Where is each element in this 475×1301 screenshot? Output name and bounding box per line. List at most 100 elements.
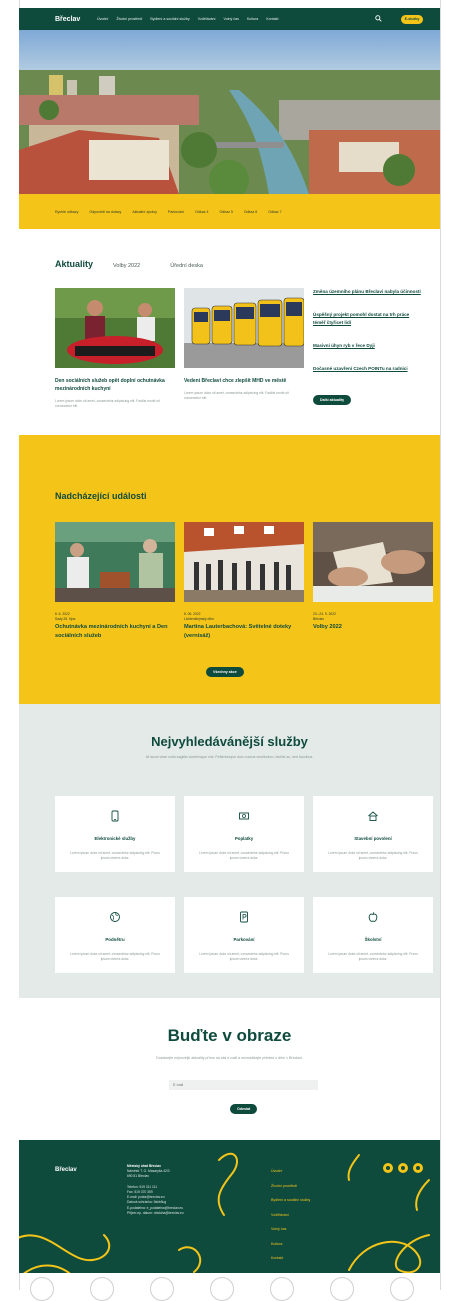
service-desc: Lorem ipsum dolor sit amet, consectetur …: [328, 952, 418, 961]
event-image: [55, 522, 175, 602]
event-card[interactable]: 6. 6. 2022 Sady 28. října Ochutnávka mez…: [55, 522, 175, 641]
news-image: [55, 288, 175, 368]
carousel-dot[interactable]: [330, 1277, 354, 1301]
event-title[interactable]: Ochutnávka mezinárodních kuchyní a Den s…: [55, 623, 175, 641]
quick-link[interactable]: Rychlé odkazy: [55, 210, 78, 214]
hero-image: [19, 30, 440, 194]
service-name: Podnětru: [105, 937, 125, 942]
quick-link[interactable]: Aktuální zprávy: [132, 210, 157, 214]
footer-link[interactable]: Kontakt: [271, 1251, 310, 1266]
service-desc: Lorem ipsum dolor sit amet, consectetur …: [328, 851, 418, 860]
apple-icon: [368, 912, 378, 922]
email-field[interactable]: [169, 1080, 318, 1090]
nav-item[interactable]: Vzdělávání: [198, 17, 216, 21]
news-card[interactable]: Den sociálních služeb opět doplní ochutn…: [55, 288, 175, 409]
event-card[interactable]: 23.–24. 9. 2022 Břeclav Volby 2022: [313, 522, 433, 632]
all-events-button[interactable]: Všechny akce: [206, 667, 244, 677]
carousel-dot[interactable]: [270, 1277, 294, 1301]
service-card[interactable]: Podnětru Lorem ipsum dolor sit amet, con…: [55, 897, 175, 973]
event-place: Sady 28. října: [55, 617, 76, 621]
newsletter-section: Buďte v obraze Dostávejte nejnovější akt…: [19, 998, 440, 1140]
carousel-dot[interactable]: [210, 1277, 234, 1301]
news-excerpt: Lorem ipsum dolor sit amet, consectetur …: [184, 391, 289, 400]
footer-link[interactable]: Volný čas: [271, 1222, 310, 1237]
instagram-icon[interactable]: [398, 1163, 408, 1173]
news-section: Aktuality Volby 2022 Úřední deska Den so…: [19, 229, 440, 435]
nav-item[interactable]: Volný čas: [224, 17, 239, 21]
service-desc: Lorem ipsum dolor sit amet, consectetur …: [70, 851, 160, 860]
carousel-dot[interactable]: [90, 1277, 114, 1301]
more-news-button[interactable]: Další aktuality: [313, 395, 352, 405]
service-name: Elektronické služby: [94, 836, 136, 841]
event-title[interactable]: Volby 2022: [313, 623, 433, 632]
footer-link[interactable]: Kultura: [271, 1237, 310, 1252]
site-logo[interactable]: Břeclav: [55, 16, 97, 23]
footer-address: Městský úřad Břeclav Náměstí T. G. Masar…: [127, 1164, 197, 1216]
nav-item[interactable]: Životní prostředí: [116, 17, 142, 21]
news-title[interactable]: Vedení Břeclavi chce zlepšit MHD ve měst…: [184, 377, 304, 385]
footer-link[interactable]: Životní prostředí: [271, 1179, 310, 1194]
facebook-icon[interactable]: [383, 1163, 393, 1173]
service-name: Poplatky: [234, 836, 254, 841]
nav-item[interactable]: Úvodní: [97, 17, 108, 21]
nav-item[interactable]: Kontakt: [266, 17, 278, 21]
service-card[interactable]: Školství Lorem ipsum dolor sit amet, con…: [313, 897, 433, 973]
parking-icon: [240, 911, 248, 923]
carousel-dot[interactable]: [30, 1277, 54, 1301]
services-subtitle: At lacus vitae nulla sagittis scelerisqu…: [145, 755, 314, 759]
news-link[interactable]: Dočasné uzavření Czech POINTu na radnici: [313, 365, 423, 373]
quick-link[interactable]: Odkaz 4: [195, 210, 208, 214]
bottom-carousel-indicators: [30, 1277, 414, 1301]
news-card[interactable]: Vedení Břeclavi chce zlepšit MHD ve měst…: [184, 288, 304, 401]
quick-link[interactable]: Odkaz 6: [244, 210, 257, 214]
service-desc: Lorem ipsum dolor sit amet, consectetur …: [199, 952, 289, 961]
quick-link[interactable]: Odkaz 5: [220, 210, 233, 214]
page-frame: Břeclav Úvodní Životní prostředí Bydlení…: [19, 8, 440, 1273]
events-title: Nadcházející události: [55, 491, 147, 501]
event-title[interactable]: Martina Lauterbachová: Světelné doteky (…: [184, 623, 304, 641]
youtube-icon[interactable]: [413, 1163, 423, 1173]
footer-link[interactable]: Úvodní: [271, 1164, 310, 1179]
event-card[interactable]: 8. 06. 2022 Lichtenštejnský dům Martina …: [184, 522, 304, 641]
top-navbar: Břeclav Úvodní Životní prostředí Bydlení…: [19, 8, 440, 30]
site-footer: Břeclav Městský úřad Břeclav Náměstí T. …: [19, 1140, 440, 1273]
news-side-links: Změna územního plánu Břeclavi nabyla úči…: [313, 288, 423, 406]
tab-elections[interactable]: Volby 2022: [113, 263, 140, 269]
footer-links: Úvodní Životní prostředí Bydlení a sociá…: [271, 1164, 310, 1266]
carousel-dot[interactable]: [150, 1277, 174, 1301]
quick-link[interactable]: Odkaz 7: [268, 210, 281, 214]
nav-item[interactable]: Kultura: [247, 17, 258, 21]
quick-link[interactable]: Odpovědi na dotazy: [89, 210, 121, 214]
service-card[interactable]: Elektronické služby Lorem ipsum dolor si…: [55, 796, 175, 872]
footer-logo[interactable]: Břeclav: [55, 1167, 77, 1173]
footer-link[interactable]: Bydlení a sociální služby: [271, 1193, 310, 1208]
e-services-button[interactable]: E-služby: [401, 15, 423, 24]
globe-icon: [110, 912, 120, 922]
tab-notice-board[interactable]: Úřední deska: [170, 263, 203, 269]
nav-item[interactable]: Bydlení a sociální služby: [150, 17, 189, 21]
carousel-dot[interactable]: [390, 1277, 414, 1301]
event-image: [184, 522, 304, 602]
search-icon[interactable]: [375, 15, 382, 22]
quick-links-bar: Rychlé odkazy Odpovědi na dotazy Aktuáln…: [19, 194, 440, 229]
frame-right-border: [440, 0, 441, 1290]
event-place: Lichtenštejnský dům: [184, 617, 214, 621]
newsletter-subtitle: Dostávejte nejnovější aktuality přímo na…: [156, 1056, 303, 1060]
footer-link[interactable]: Vzdělávání: [271, 1208, 310, 1223]
subscribe-button[interactable]: Odeslat: [230, 1104, 258, 1114]
service-desc: Lorem ipsum dolor sit amet, consectetur …: [199, 851, 289, 860]
news-link[interactable]: Úspěšný projekt pomohl dostat na trh prá…: [313, 311, 423, 327]
address-line: Přijem ep. datum: obsluha@breclav.eu: [127, 1210, 184, 1215]
news-title[interactable]: Den sociálních služeb opět doplní ochutn…: [55, 377, 175, 393]
service-name: Parkování: [233, 937, 255, 942]
services-title: Nejvyhledávánější služby: [151, 734, 308, 749]
service-name: Školství: [364, 937, 382, 942]
service-card[interactable]: Poplatky Lorem ipsum dolor sit amet, con…: [184, 796, 304, 872]
service-card[interactable]: Parkování Lorem ipsum dolor sit amet, co…: [184, 897, 304, 973]
tab-news[interactable]: Aktuality: [55, 259, 93, 269]
phone-icon: [111, 810, 119, 822]
service-card[interactable]: Stavební povolení Lorem ipsum dolor sit …: [313, 796, 433, 872]
news-link[interactable]: Masivní úhyn ryb v řece Dyji: [313, 342, 423, 350]
news-link[interactable]: Změna územního plánu Břeclavi nabyla úči…: [313, 288, 423, 296]
quick-link[interactable]: Parkování: [168, 210, 184, 214]
